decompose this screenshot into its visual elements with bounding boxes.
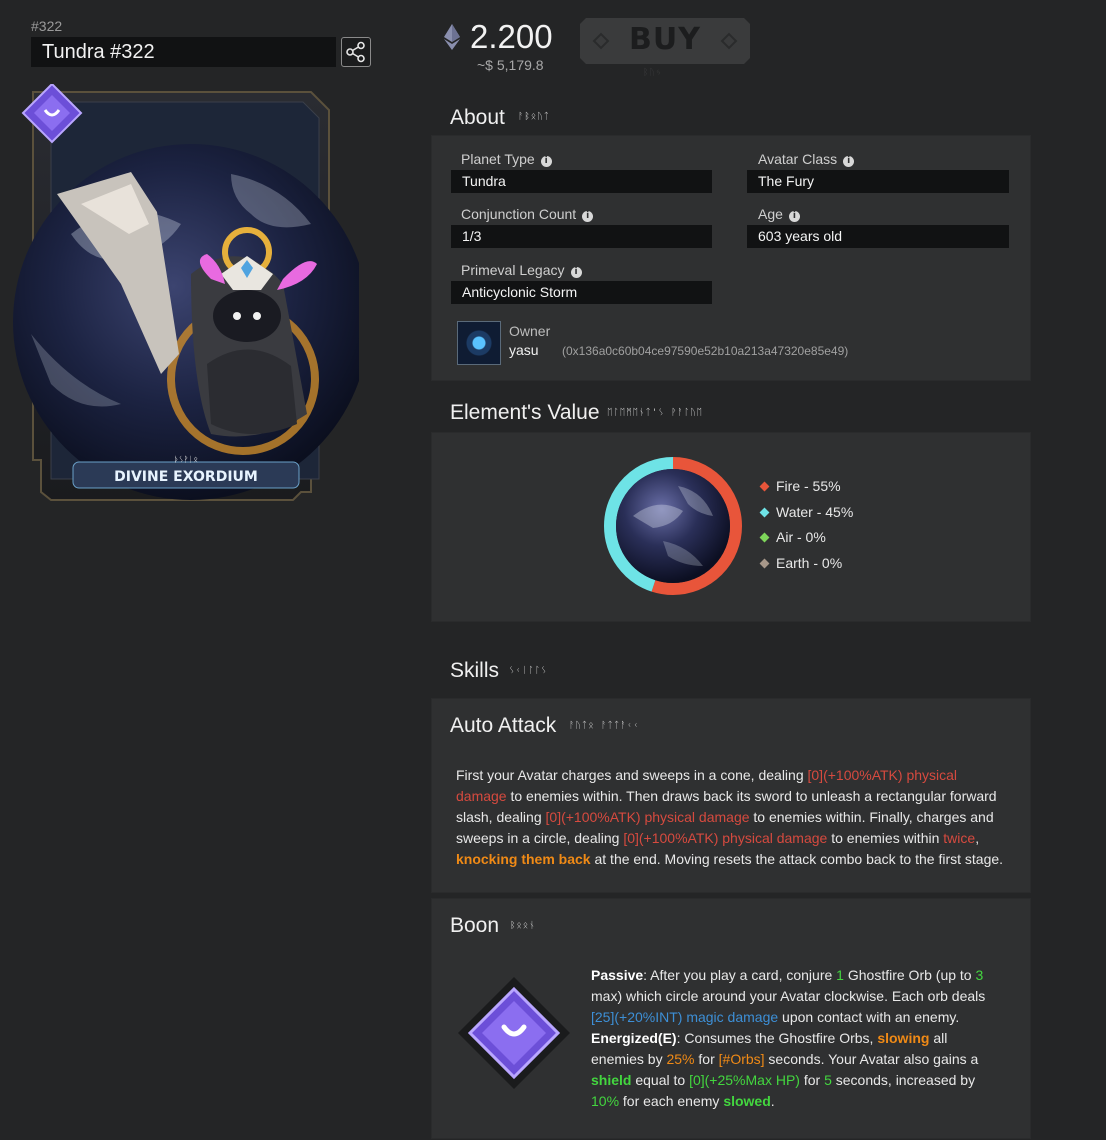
boon-text-segment: equal to (631, 1072, 690, 1088)
fire-diamond-icon (759, 481, 770, 492)
owner-address[interactable]: (0x136a0c60b04ce97590e52b10a213a47320e85… (562, 344, 848, 358)
avatar-card-art: ᚦᛊᚹᛁᛟ DIVINE EXORDIUM (13, 82, 369, 501)
boon-title: Boon (450, 914, 500, 937)
info-icon[interactable]: i (843, 156, 855, 167)
about-title: About (450, 106, 505, 129)
ethereum-icon (444, 24, 460, 50)
boon-text-segment: . (770, 1093, 775, 1109)
boon-text-segment: Passive (591, 967, 644, 983)
boon-text-segment: 3 (975, 967, 984, 983)
auto-attack-text-segment: First your Avatar charges and sweeps in … (456, 767, 808, 783)
auto-attack-text-segment: to enemies within (827, 830, 944, 846)
boon-text-segment: 25% (666, 1051, 695, 1067)
about-glyph-decoration: ᚨᛒᛟᚢᛏ (518, 112, 551, 122)
page-title: Tundra #322 (31, 37, 336, 67)
auto-attack-text-segment: [0](+100%ATK) physical damage (623, 830, 828, 846)
skills-glyph-decoration: ᛊᚲᛁᛚᛚᛊ (509, 666, 548, 676)
buy-button-label: BUY (629, 22, 701, 57)
boon-text-segment: max) which circle around your Avatar clo… (591, 988, 986, 1004)
avatar-card: ᚦᛊᚹᛁᛟ DIVINE EXORDIUM (11, 82, 369, 502)
boon-text-segment: [25](+20%INT) magic damage (591, 1009, 779, 1025)
info-icon[interactable]: i (788, 211, 800, 222)
element-donut-chart (604, 457, 742, 595)
legend-water: Water - 45% (759, 504, 853, 530)
share-icon (346, 41, 365, 63)
auto-attack-description: First your Avatar charges and sweeps in … (456, 765, 1006, 870)
buy-glyph-decoration: ᛒᚢᛃ (643, 68, 663, 78)
boon-text-segment: 1 (836, 967, 844, 983)
owner-avatar[interactable] (457, 321, 501, 365)
boon-text-segment: upon contact with an enemy. (778, 1009, 960, 1025)
info-icon[interactable]: i (582, 211, 594, 222)
legend-fire: Fire - 55% (759, 478, 853, 504)
boon-text-segment: seconds. Your Avatar also gains a (764, 1051, 979, 1067)
boon-text-segment: : Consumes the Ghostfire Orbs, (676, 1030, 878, 1046)
air-diamond-icon (759, 532, 770, 543)
earth-diamond-icon (759, 558, 770, 568)
skills-title: Skills (450, 659, 500, 682)
primeval-legacy-value: Anticyclonic Storm (451, 281, 712, 304)
boon-text-segment: slowed (723, 1093, 771, 1109)
auto-attack-text-segment: [0](+100%ATK) physical damage (545, 809, 750, 825)
legend-air: Air - 0% (759, 529, 853, 555)
age-label: Age i (758, 206, 800, 222)
boon-text-segment: 5 (824, 1072, 832, 1088)
avatar-class-value: The Fury (747, 170, 1009, 193)
water-diamond-icon (759, 507, 770, 517)
planet-type-label: Planet Type i (461, 151, 552, 167)
auto-attack-text-segment: , (975, 830, 980, 846)
element-value-glyph-decoration: ᛖᛚᛖᛗᛖᚾᛏ'ᛊ ᚹᚨᛚᚢᛖ (607, 408, 704, 418)
owner-label: Owner (509, 323, 551, 339)
boon-text-segment: shield (591, 1072, 632, 1088)
boon-text-segment: slowing (877, 1030, 930, 1046)
boon-glyph-decoration: ᛒᛟᛟᚾ (510, 921, 536, 931)
conjunction-count-label: Conjunction Count i (461, 206, 594, 222)
token-id: #322 (31, 18, 63, 34)
boon-emblem-icon (458, 977, 570, 1089)
element-value-title: Element's Value (450, 401, 600, 424)
auto-attack-text-segment: knocking them back (456, 851, 591, 867)
info-icon[interactable]: i (540, 156, 552, 167)
boon-text-segment: 10% (591, 1093, 620, 1109)
boon-text-segment: : After you play a card, conjure (643, 967, 837, 983)
auto-attack-text-segment: at the end. Moving resets the attack com… (590, 851, 1004, 867)
boon-text-segment: [#Orbs] (718, 1051, 765, 1067)
auto-attack-glyph-decoration: ᚨᚢᛏᛟ ᚨᛏᛏᚨᚲᚲ (569, 721, 640, 731)
avatar-class-label: Avatar Class i (758, 151, 855, 167)
boon-text-segment: Energized(E) (591, 1030, 677, 1046)
boon-text-segment: for (799, 1072, 825, 1088)
boon-text-segment: Ghostfire Orb (up to (843, 967, 976, 983)
owner-name[interactable]: yasu (509, 342, 539, 358)
boon-text-segment: [0](+25%Max HP) (689, 1072, 800, 1088)
share-button[interactable] (341, 37, 371, 67)
boon-description: Passive: After you play a card, conjure … (591, 965, 1001, 1112)
info-icon[interactable]: i (570, 267, 582, 278)
primeval-legacy-label: Primeval Legacy i (461, 262, 582, 278)
boon-text-segment: for (694, 1051, 719, 1067)
card-brand-text: DIVINE EXORDIUM (114, 469, 258, 485)
page-title-text: Tundra #322 (42, 41, 155, 63)
age-value: 603 years old (747, 225, 1009, 248)
planet-type-value: Tundra (451, 170, 712, 193)
auto-attack-text-segment: twice (943, 830, 976, 846)
svg-text:ᚦᛊᚹᛁᛟ: ᚦᛊᚹᛁᛟ (174, 455, 198, 464)
planet-thumbnail (616, 469, 730, 583)
legend-earth: Earth - 0% (759, 555, 853, 581)
conjunction-count-value: 1/3 (451, 225, 712, 248)
price-usd: ~$ 5,179.8 (477, 57, 544, 73)
auto-attack-title: Auto Attack (450, 714, 557, 737)
element-legend: Fire - 55% Water - 45% Air - 0% Earth - … (759, 478, 853, 581)
boon-text-segment: for each enemy (619, 1093, 724, 1109)
price-eth: 2.200 (470, 18, 553, 55)
boon-text-segment: seconds, increased by (831, 1072, 976, 1088)
